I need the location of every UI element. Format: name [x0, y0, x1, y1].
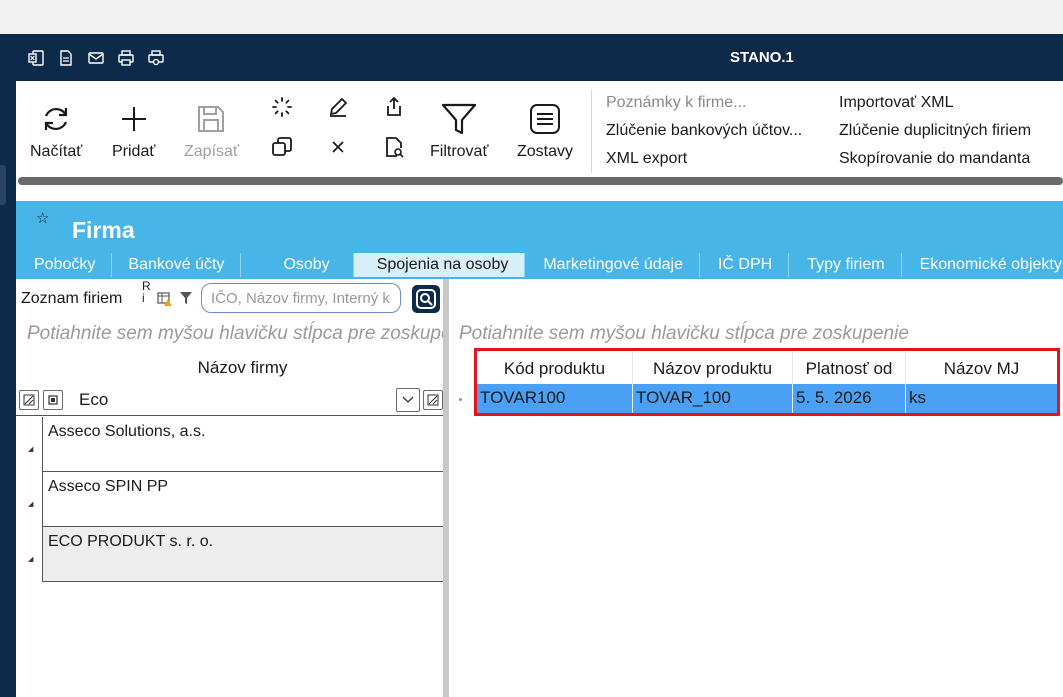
search-button[interactable] [412, 285, 440, 313]
refresh-icon [40, 101, 72, 137]
company-list-pane: Potiahnite sem myšou hlavičku stĺpca pre… [16, 317, 443, 697]
excel-icon[interactable] [26, 48, 46, 68]
cell-nazov-produktu[interactable]: TOVAR_100 [633, 384, 793, 413]
document-icon[interactable] [56, 48, 76, 68]
column-header-nazov-firmy[interactable]: Názov firmy [42, 349, 443, 383]
add-label: Pridať [112, 143, 156, 160]
import-xml-link[interactable]: Importovať XML [839, 94, 953, 112]
column-header-nazov-produktu[interactable]: Názov produktu [633, 351, 793, 384]
filter-icon [441, 101, 477, 137]
filter-label: Filtrovať [430, 143, 489, 160]
list-item[interactable]: ◢ ECO PRODUKT s. r. o. [16, 527, 443, 582]
list-toolbar: Zoznam firiem Ri IČO, Názov firmy, Inter… [16, 279, 1063, 317]
window-title: STANO.1 [730, 49, 794, 66]
filter-row: Eco [16, 383, 443, 416]
copy-icon[interactable] [270, 135, 294, 159]
search-input[interactable]: IČO, Názov firmy, Interný k [201, 283, 401, 313]
favorite-star-icon[interactable]: ☆ [36, 209, 49, 227]
left-sidebar [0, 81, 16, 697]
column-header-nazov-mj[interactable]: Názov MJ [906, 351, 1057, 384]
sidebar-handle[interactable] [0, 165, 6, 205]
print-preview-icon[interactable] [146, 48, 166, 68]
column-header-platnost-od[interactable]: Platnosť od [793, 351, 906, 384]
notes-link[interactable]: Poznámky k firme... [606, 94, 746, 112]
filter-button[interactable]: Filtrovať [430, 101, 488, 161]
list-item[interactable]: ◢ Asseco SPIN PP [16, 472, 443, 527]
tab-bar: Pobočky Bankové účty Osoby Spojenia na o… [16, 253, 1063, 279]
table-row[interactable]: TOVAR100 TOVAR_100 5. 5. 2026 ks [477, 384, 1057, 413]
refresh-label: Načítať [30, 143, 83, 160]
merge-bank-accounts-link[interactable]: Zlúčenie bankových účtov... [606, 122, 802, 140]
top-strip [0, 0, 1063, 34]
copy-to-mandant-link[interactable]: Skopírovanie do mandanta [839, 150, 1030, 168]
tab-ekonomicke-objekty[interactable]: Ekonomické objekty [902, 253, 1063, 277]
share-icon[interactable] [382, 95, 406, 119]
list-item[interactable]: ◢ Asseco Solutions, a.s. [16, 417, 443, 472]
page-title: Firma [72, 217, 135, 243]
ribbon-scrollbar[interactable] [18, 177, 1063, 185]
ribbon: Načítať Pridať Zapísať Filtrovať Zostavy… [16, 81, 1063, 178]
filter-value[interactable]: Eco [79, 390, 108, 410]
product-grid-pane: Potiahnite sem myšou hlavičku stĺpca pre… [449, 317, 1063, 697]
printer-icon[interactable] [116, 48, 136, 68]
document-search-icon[interactable] [382, 135, 406, 159]
cell-nazov-mj[interactable]: ks [906, 384, 1057, 413]
tab-ic-dph[interactable]: IČ DPH [700, 253, 790, 277]
save-label: Zapísať [184, 143, 239, 160]
filter-clear-icon[interactable] [423, 390, 443, 410]
reports-label: Zostavy [517, 143, 574, 160]
group-hint[interactable]: Potiahnite sem myšou hlavičku stĺpca pre… [459, 323, 909, 345]
firma-header: ☆ Firma Pobočky Bankové účty Osoby Spoje… [16, 201, 1063, 279]
funnel-icon[interactable] [179, 291, 193, 310]
title-bar: STANO.1 [0, 34, 1063, 81]
cell-kod-produktu[interactable]: TOVAR100 [477, 384, 633, 413]
tab-typy-firiem[interactable]: Typy firiem [789, 253, 902, 277]
tab-bankove-ucty[interactable]: Bankové účty [112, 253, 242, 277]
xml-export-link[interactable]: XML export [606, 150, 687, 168]
column-header-kod-produktu[interactable]: Kód produktu [477, 351, 633, 384]
ribbon-separator [591, 89, 592, 173]
save-icon [195, 101, 227, 137]
grid-header: Kód produktu Názov produktu Platnosť od … [477, 351, 1057, 384]
products-grid: Kód produktu Názov produktu Platnosť od … [474, 348, 1060, 416]
merge-duplicates-link[interactable]: Zlúčenie duplicitných firiem [839, 122, 1031, 140]
cell-platnost-od[interactable]: 5. 5. 2026 [793, 384, 906, 413]
filter-toggle-icon[interactable] [19, 390, 39, 410]
row-indicator [459, 398, 462, 401]
loading-icon[interactable] [270, 95, 294, 119]
reports-button[interactable]: Zostavy [517, 101, 573, 161]
plus-icon [119, 101, 149, 137]
chevron-down-icon[interactable] [396, 388, 420, 412]
add-button[interactable]: Pridať [112, 101, 155, 161]
tab-marketingove-udaje[interactable]: Marketingové údaje [525, 253, 700, 277]
tab-spojenia-na-osoby[interactable]: Spojenia na osoby [353, 253, 526, 277]
tab-pobocky[interactable]: Pobočky [16, 253, 113, 277]
group-hint[interactable]: Potiahnite sem myšou hlavičku stĺpca pre… [27, 323, 443, 345]
reports-icon [529, 101, 561, 137]
mail-icon[interactable] [86, 48, 106, 68]
table-warning-icon[interactable] [157, 291, 173, 312]
row-select-icon[interactable] [43, 390, 63, 410]
tab-osoby[interactable]: Osoby [241, 253, 354, 277]
search-icon [416, 289, 436, 309]
close-icon[interactable] [326, 135, 350, 159]
list-title: Zoznam firiem [21, 290, 123, 307]
save-button[interactable]: Zapísať [184, 101, 239, 161]
ri-label: Ri [142, 279, 151, 305]
edit-icon[interactable] [326, 95, 350, 119]
refresh-button[interactable]: Načítať [30, 101, 82, 161]
